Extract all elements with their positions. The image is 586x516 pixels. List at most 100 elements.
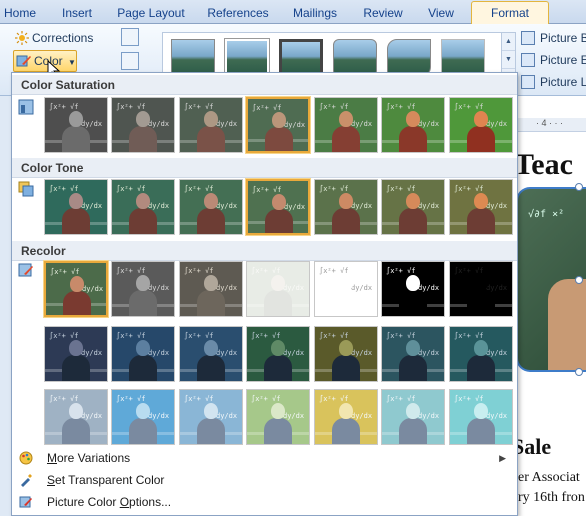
corrections-label: Corrections — [32, 31, 94, 45]
saturation-option-thumb[interactable]: ∫x²+ √f dy/dx — [381, 97, 445, 153]
teacher-head — [406, 403, 420, 419]
recolor-option-thumb[interactable]: ∫x²+ √f dy/dx — [449, 261, 513, 317]
tab-format[interactable]: Format — [471, 1, 549, 25]
recolor-option-thumb[interactable]: ∫x²+ √f dy/dx — [179, 326, 243, 382]
tab-home[interactable]: Home — [0, 4, 40, 24]
recolor-option-thumb[interactable]: ∫x²+ √f dy/dx — [111, 389, 175, 445]
teacher-head — [272, 194, 286, 210]
saturation-option-thumb[interactable]: ∫x²+ √f dy/dx — [246, 97, 310, 153]
teacher-head — [474, 275, 488, 291]
compress-pictures-icon[interactable] — [121, 28, 139, 46]
tab-references[interactable]: References — [203, 4, 273, 24]
color-tone-option-thumb[interactable]: ∫x²+ √f dy/dx — [44, 179, 108, 235]
chalk-writing: ∫x²+ √f — [319, 185, 349, 193]
picture-effects-button[interactable]: Picture Eff — [520, 50, 586, 70]
teacher-head — [271, 403, 285, 419]
recolor-option-thumb[interactable]: ∫x²+ √f dy/dx — [111, 326, 175, 382]
set-transparent-color-menu-item[interactable]: Set Transparent Color — [13, 469, 516, 491]
teacher-head — [339, 275, 353, 291]
teacher-head — [69, 340, 83, 356]
chalk-writing: ∫x²+ √f — [454, 185, 484, 193]
palette-icon — [19, 451, 33, 465]
saturation-option-thumb[interactable]: ∫x²+ √f dy/dx — [314, 97, 378, 153]
recolor-option-thumb[interactable]: ∫x²+ √f dy/dx — [449, 389, 513, 445]
recolor-option-thumb[interactable]: ∫x²+ √f dy/dx — [314, 389, 378, 445]
tab-mailings[interactable]: Mailings — [284, 4, 346, 24]
resize-handle[interactable] — [575, 183, 583, 191]
gallery-scroll-up-icon[interactable]: ▲ — [502, 33, 515, 51]
teacher-body — [62, 208, 90, 234]
saturation-option-thumb[interactable]: ∫x²+ √f dy/dx — [449, 97, 513, 153]
recolor-option-thumb[interactable]: ∫x²+ √f dy/dx — [44, 326, 108, 382]
saturation-option-thumb[interactable]: ∫x²+ √f dy/dx — [44, 97, 108, 153]
picture-layout-label: Picture La — [540, 75, 586, 89]
more-variations-menu-item[interactable]: More Variations ▶ — [13, 447, 516, 469]
recolor-option-thumb[interactable]: ∫x²+ √f dy/dx — [246, 326, 310, 382]
recolor-option-thumb[interactable]: ∫x²+ √f dy/dx — [449, 326, 513, 382]
recolor-option-thumb[interactable]: ∫x²+ √f dy/dx — [246, 261, 310, 317]
recolor-option-thumb[interactable]: ∫x²+ √f dy/dx — [44, 389, 108, 445]
document-heading: Teac — [514, 148, 573, 181]
color-dropdown-panel: Color Saturation Color Tone Recolor More… — [11, 72, 518, 516]
resize-handle[interactable] — [575, 368, 583, 376]
recolor-option-thumb[interactable]: ∫x²+ √f dy/dx — [44, 261, 108, 317]
chalk-writing: ∫x²+ √f — [116, 267, 146, 275]
teacher-head — [136, 403, 150, 419]
teacher-body — [129, 418, 157, 444]
color-tone-option-thumb[interactable]: ∫x²+ √f dy/dx — [111, 179, 175, 235]
picture-layout-button[interactable]: Picture La — [520, 72, 586, 92]
recolor-option-thumb[interactable]: ∫x²+ √f dy/dx — [111, 261, 175, 317]
recolor-option-thumb[interactable]: ∫x²+ √f dy/dx — [381, 261, 445, 317]
tab-review[interactable]: Review — [356, 4, 410, 24]
tab-page-layout[interactable]: Page Layout — [112, 4, 190, 24]
teacher-body — [197, 126, 225, 152]
corrections-button[interactable]: Corrections ▼ — [14, 28, 106, 64]
chalk-writing: ∫x²+ √f — [251, 332, 281, 340]
saturation-option-thumb[interactable]: ∫x²+ √f dy/dx — [179, 97, 243, 153]
chalk-writing: ∫x²+ √f — [184, 185, 214, 193]
color-button[interactable]: Color ▼ — [13, 50, 77, 72]
picture-color-options-menu-item[interactable]: Picture Color Options... — [13, 491, 516, 513]
recolor-option-thumb[interactable]: ∫x²+ √f dy/dx — [246, 389, 310, 445]
teacher-body — [62, 418, 90, 444]
teacher-body — [332, 290, 360, 316]
picture-layout-icon — [521, 75, 535, 89]
gallery-scroll-down-icon[interactable]: ▼ — [502, 51, 515, 69]
person-shape — [548, 279, 586, 370]
color-tone-option-thumb[interactable]: ∫x²+ √f dy/dx — [246, 179, 310, 235]
chalk-writing: ∫x²+ √f — [116, 395, 146, 403]
teacher-body — [62, 126, 90, 152]
chalk-writing: ∫x²+ √f — [454, 103, 484, 111]
chalk-writing: ∫x²+ √f — [319, 267, 349, 275]
teacher-body — [129, 355, 157, 381]
recolor-option-thumb[interactable]: ∫x²+ √f dy/dx — [381, 389, 445, 445]
chalk-writing: ∫x²+ √f — [49, 185, 79, 193]
teacher-body — [197, 290, 225, 316]
color-tone-option-thumb[interactable]: ∫x²+ √f dy/dx — [179, 179, 243, 235]
recolor-option-thumb[interactable]: ∫x²+ √f dy/dx — [381, 326, 445, 382]
recolor-option-thumb[interactable]: ∫x²+ √f dy/dx — [314, 261, 378, 317]
teacher-body — [399, 290, 427, 316]
recolor-option-thumb[interactable]: ∫x²+ √f dy/dx — [179, 389, 243, 445]
resize-handle[interactable] — [575, 276, 583, 284]
teacher-head — [69, 193, 83, 209]
teacher-body — [332, 418, 360, 444]
sun-icon — [15, 31, 29, 45]
chevron-down-icon: ▼ — [68, 58, 76, 67]
teacher-head — [70, 276, 84, 292]
color-tone-option-thumb[interactable]: ∫x²+ √f dy/dx — [314, 179, 378, 235]
saturation-option-thumb[interactable]: ∫x²+ √f dy/dx — [111, 97, 175, 153]
color-tone-option-thumb[interactable]: ∫x²+ √f dy/dx — [449, 179, 513, 235]
change-picture-icon[interactable] — [121, 52, 139, 70]
teacher-head — [136, 340, 150, 356]
recolor-option-thumb[interactable]: ∫x²+ √f dy/dx — [179, 261, 243, 317]
color-tone-option-thumb[interactable]: ∫x²+ √f dy/dx — [381, 179, 445, 235]
picture-border-button[interactable]: Picture Bo — [520, 28, 586, 48]
chalk-writing: ∫x²+ √f — [116, 103, 146, 111]
recolor-option-thumb[interactable]: ∫x²+ √f dy/dx — [314, 326, 378, 382]
chalk-writing: ∫x²+ √f — [386, 103, 416, 111]
teacher-body — [129, 208, 157, 234]
teacher-body — [129, 126, 157, 152]
tab-insert[interactable]: Insert — [52, 4, 102, 24]
tab-view[interactable]: View — [420, 4, 462, 24]
